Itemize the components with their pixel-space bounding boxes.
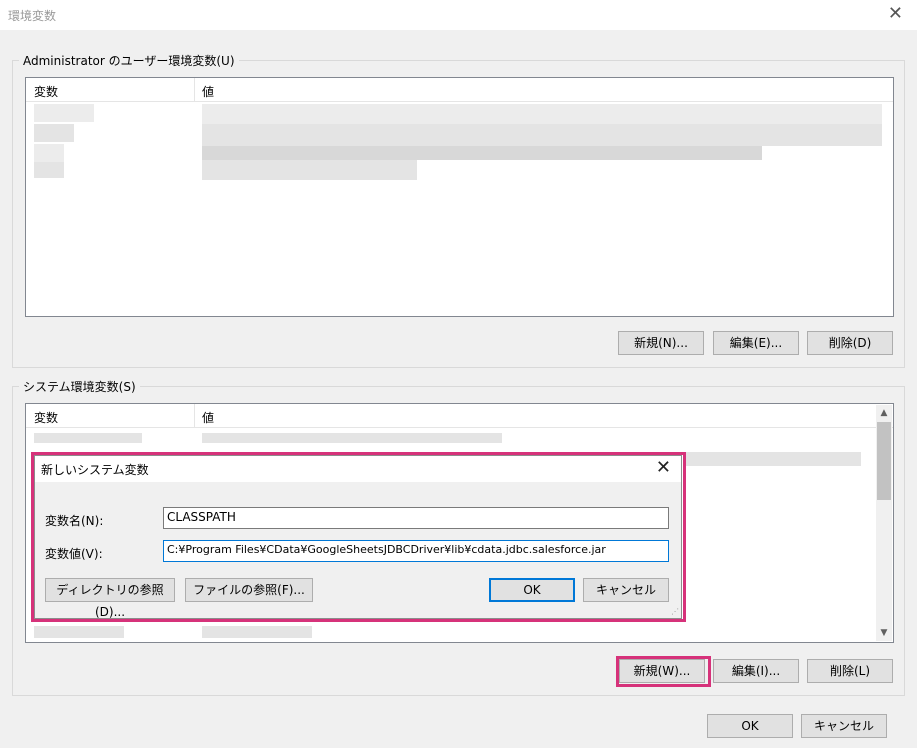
redacted-cell [202,626,312,638]
redacted-cell [34,626,124,638]
user-edit-button[interactable]: 編集(E)... [713,331,799,355]
variable-value-input[interactable]: C:¥Program Files¥CData¥GoogleSheetsJDBCD… [163,540,669,562]
scroll-up-arrow-icon[interactable]: ▲ [876,405,892,421]
dialog-titlebar: 新しいシステム変数 ✕ [35,456,681,482]
redacted-cell [202,160,417,180]
user-variables-legend: Administrator のユーザー環境変数(U) [23,54,235,68]
browse-directory-button[interactable]: ディレクトリの参照(D)... [45,578,175,619]
redacted-cell [34,433,142,443]
dialog-ok-button[interactable]: OK [489,578,575,602]
browse-file-button[interactable]: ファイルの参照(F)... [185,578,313,602]
system-new-button[interactable]: 新規(W)... [619,659,705,683]
variable-value-label: 変数値(V): [45,547,103,561]
system-col-value[interactable]: 値 [202,409,214,426]
system-delete-button[interactable]: 削除(L) [807,659,893,683]
redacted-cell [202,433,502,443]
redacted-cell [686,452,861,466]
window-title: 環境変数 [8,9,57,23]
new-system-variable-dialog: 新しいシステム変数 ✕ 変数名(N): CLASSPATH 変数値(V): C:… [34,455,682,619]
redacted-cell [202,124,882,146]
variable-name-label: 変数名(N): [45,514,104,528]
redacted-cell [34,162,64,178]
user-new-button[interactable]: 新規(N)... [618,331,704,355]
system-variables-legend: システム環境変数(S) [23,380,136,394]
variable-name-input[interactable]: CLASSPATH [163,507,669,529]
user-variables-list[interactable]: 変数 値 [25,77,894,317]
system-list-scrollbar[interactable]: ▲ ▼ [876,405,892,641]
window-titlebar: 環境変数 ✕ [0,0,917,30]
redacted-cell [202,104,882,124]
scroll-thumb[interactable] [877,422,891,500]
system-col-variable[interactable]: 変数 [34,409,58,426]
dialog-close-icon[interactable]: ✕ [656,457,671,479]
user-col-separator [194,78,195,102]
user-col-value[interactable]: 値 [202,83,214,100]
system-edit-button[interactable]: 編集(I)... [713,659,799,683]
cancel-button[interactable]: キャンセル [801,714,887,738]
redacted-cell [34,104,94,122]
user-col-variable[interactable]: 変数 [34,83,58,100]
dialog-cancel-button[interactable]: キャンセル [583,578,669,602]
window-close-icon[interactable]: ✕ [888,4,903,24]
user-list-header: 変数 値 [26,78,893,102]
redacted-cell [34,124,74,142]
resize-grip-icon[interactable]: ⋰ [671,607,679,616]
system-list-header: 変数 値 [26,404,893,428]
redacted-cell [202,146,762,160]
redacted-cell [34,144,64,162]
ok-button[interactable]: OK [707,714,793,738]
system-col-separator [194,404,195,428]
dialog-title: 新しいシステム変数 [41,463,149,477]
scroll-down-arrow-icon[interactable]: ▼ [876,625,892,641]
user-delete-button[interactable]: 削除(D) [807,331,893,355]
